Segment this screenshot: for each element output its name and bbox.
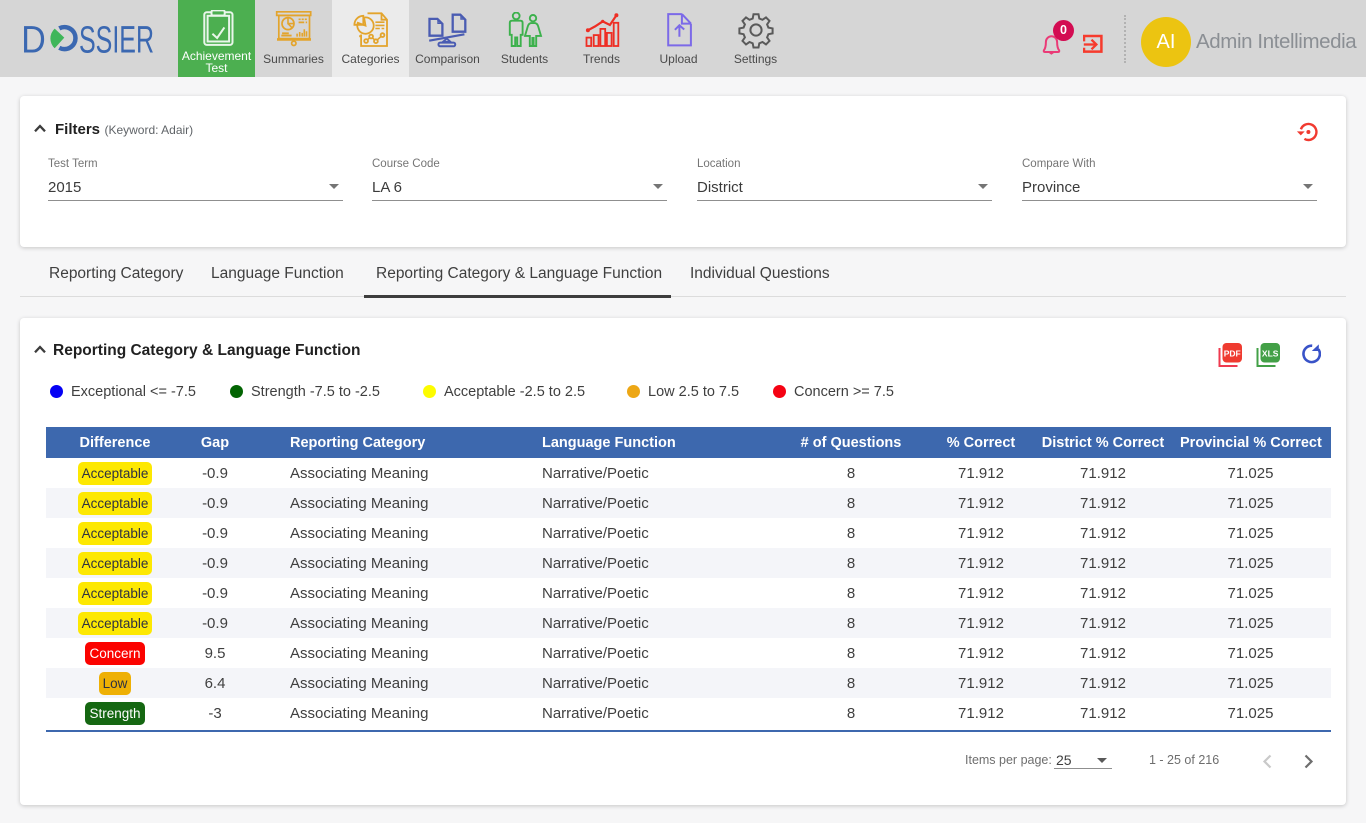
svg-text:D: D: [23, 19, 46, 60]
svg-text:XLS: XLS: [1262, 348, 1279, 358]
svg-text:SSIER: SSIER: [79, 19, 154, 60]
svg-text:PDF: PDF: [1224, 348, 1241, 358]
